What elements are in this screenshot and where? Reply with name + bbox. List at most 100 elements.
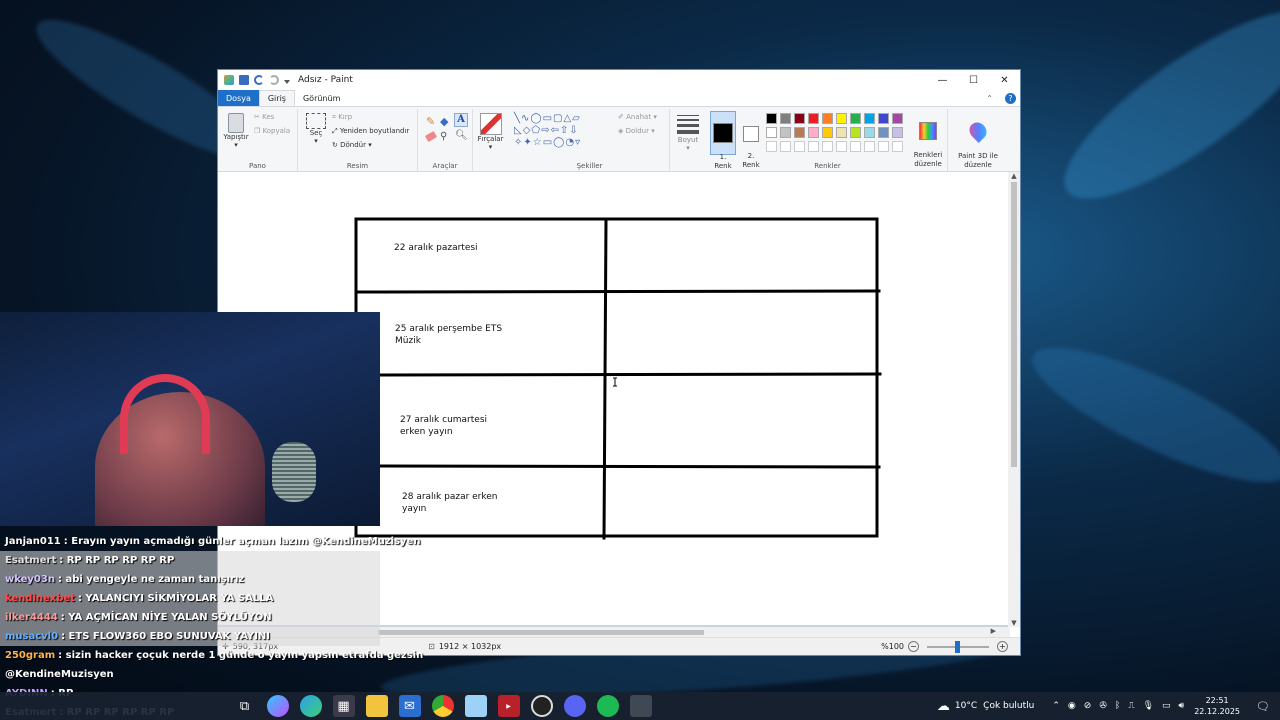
fill-button[interactable]: ◈ Doldur ▾: [618, 127, 655, 135]
crop-button[interactable]: ⌗ Kırp: [332, 113, 352, 122]
chevron-down-icon: ▾: [314, 137, 318, 145]
tab-home[interactable]: Giriş: [258, 90, 295, 106]
empty-color-swatch[interactable]: [794, 141, 805, 152]
select-button[interactable]: Seç ▾: [304, 113, 328, 145]
empty-color-swatch[interactable]: [822, 141, 833, 152]
color-swatch[interactable]: [850, 113, 861, 124]
volume-icon[interactable]: 🔊︎: [1179, 701, 1185, 711]
bluetooth-icon[interactable]: ᛒ: [1115, 701, 1120, 711]
color-swatch[interactable]: [766, 127, 777, 138]
minimize-button[interactable]: —: [927, 70, 958, 90]
scroll-thumb[interactable]: [1011, 182, 1017, 467]
color-swatch[interactable]: [878, 127, 889, 138]
color-swatch[interactable]: [822, 113, 833, 124]
color-swatch[interactable]: [878, 113, 889, 124]
chevron-up-icon[interactable]: ⌃: [1052, 701, 1060, 711]
task-view-icon[interactable]: ⧉: [234, 695, 256, 717]
copilot-icon[interactable]: [266, 695, 289, 717]
edge-icon[interactable]: [299, 695, 322, 717]
microphone: [272, 442, 316, 502]
file-explorer-icon[interactable]: [365, 695, 388, 717]
color-swatch[interactable]: [850, 127, 861, 138]
help-icon[interactable]: ?: [1001, 90, 1020, 106]
empty-color-swatch[interactable]: [836, 141, 847, 152]
cut-button[interactable]: ✂ Kes: [254, 113, 274, 121]
network-off-icon[interactable]: ⊘: [1084, 701, 1092, 711]
clock[interactable]: 22:51 22.12.2025: [1194, 695, 1240, 717]
zoom-out-button[interactable]: −: [908, 641, 919, 652]
copy-button[interactable]: ❐ Kopyala: [254, 127, 290, 135]
color-swatch[interactable]: [808, 127, 819, 138]
chrome-icon[interactable]: [431, 695, 454, 717]
shapes-gallery[interactable]: ╲∿◯▭▢△▱ ◺◇⬠⇨⇦⇧⇩ ✧✦☆▭◯◔▿: [514, 113, 612, 149]
empty-color-swatch[interactable]: [878, 141, 889, 152]
outline-icon: ✐: [618, 113, 624, 121]
steam-icon[interactable]: ◉: [1068, 701, 1076, 711]
color-swatch[interactable]: [794, 113, 805, 124]
color1-button[interactable]: 1. Renk: [710, 111, 736, 170]
magnifier-icon[interactable]: 🔍︎: [455, 130, 468, 141]
color-swatch[interactable]: [780, 127, 791, 138]
paste-button[interactable]: Yapıştır ▾: [222, 113, 250, 149]
notifications-off-icon[interactable]: ✇: [1099, 701, 1107, 711]
undo-icon[interactable]: [254, 75, 264, 85]
notification-center-icon[interactable]: 🗨︎: [1256, 700, 1270, 713]
empty-color-swatch[interactable]: [808, 141, 819, 152]
text-icon[interactable]: A: [454, 113, 468, 127]
customize-qa-icon[interactable]: [284, 80, 290, 84]
color-swatch[interactable]: [780, 113, 791, 124]
close-button[interactable]: ✕: [989, 70, 1020, 90]
discord-icon[interactable]: [563, 695, 586, 717]
color-swatch[interactable]: [794, 127, 805, 138]
group-label-shapes: Şekiller: [576, 162, 603, 170]
empty-color-swatch[interactable]: [864, 141, 875, 152]
empty-color-swatch[interactable]: [780, 141, 791, 152]
empty-color-swatch[interactable]: [850, 141, 861, 152]
pencil-icon[interactable]: ✎: [426, 115, 435, 128]
zoom-level: %100: [881, 642, 904, 651]
vertical-scrollbar[interactable]: ▲ ▼: [1008, 172, 1020, 627]
rotate-button[interactable]: ↻ Döndür ▾: [332, 141, 372, 149]
microphone-icon[interactable]: 🎙︎: [1143, 701, 1154, 711]
maximize-button[interactable]: ☐: [958, 70, 989, 90]
tab-view[interactable]: Görünüm: [295, 90, 348, 106]
color-swatch[interactable]: [822, 127, 833, 138]
empty-color-swatch[interactable]: [892, 141, 903, 152]
obs-icon[interactable]: [530, 695, 553, 717]
outline-button[interactable]: ✐ Anahat ▾: [618, 113, 657, 121]
eraser-icon[interactable]: [424, 130, 438, 143]
paint-taskbar-icon[interactable]: [629, 695, 652, 717]
video-app-icon[interactable]: ▶: [497, 695, 520, 717]
color-swatch[interactable]: [892, 113, 903, 124]
resize-button[interactable]: ⤢ Yeniden boyutlandır: [332, 127, 409, 136]
fill-icon[interactable]: ◆: [440, 115, 448, 128]
color-swatch[interactable]: [836, 113, 847, 124]
zoom-in-button[interactable]: +: [997, 641, 1008, 652]
network-icon[interactable]: ▭: [1162, 701, 1171, 711]
tab-file[interactable]: Dosya: [218, 90, 259, 106]
color-swatch[interactable]: [892, 127, 903, 138]
color-picker-icon[interactable]: ⚲: [440, 131, 447, 142]
notepad-icon[interactable]: [464, 695, 487, 717]
color-swatch[interactable]: [808, 113, 819, 124]
mail-icon[interactable]: ✉: [398, 695, 421, 717]
edit-colors-button[interactable]: Renkleri düzenle: [910, 113, 946, 169]
color-swatch[interactable]: [864, 113, 875, 124]
color-swatch[interactable]: [836, 127, 847, 138]
store-icon[interactable]: ▦: [332, 695, 355, 717]
paint3d-button[interactable]: Paint 3D ile düzenle: [948, 109, 1008, 171]
size-button[interactable]: Boyut ▾: [670, 109, 706, 171]
redo-icon[interactable]: [269, 75, 279, 85]
save-icon[interactable]: [239, 75, 249, 85]
zoom-slider-thumb[interactable]: [955, 640, 960, 653]
spotify-icon[interactable]: [596, 695, 619, 717]
empty-color-swatch[interactable]: [766, 141, 777, 152]
color-swatch[interactable]: [766, 113, 777, 124]
color-swatch[interactable]: [864, 127, 875, 138]
zoom-slider[interactable]: [927, 640, 989, 653]
scroll-thumb[interactable]: [378, 630, 704, 635]
usb-icon[interactable]: ⎍: [1128, 701, 1134, 711]
brushes-button[interactable]: Fırçalar ▾: [473, 109, 508, 171]
collapse-ribbon-icon[interactable]: ⌃: [978, 90, 1001, 106]
color2-button[interactable]: 2. Renk: [739, 111, 763, 169]
